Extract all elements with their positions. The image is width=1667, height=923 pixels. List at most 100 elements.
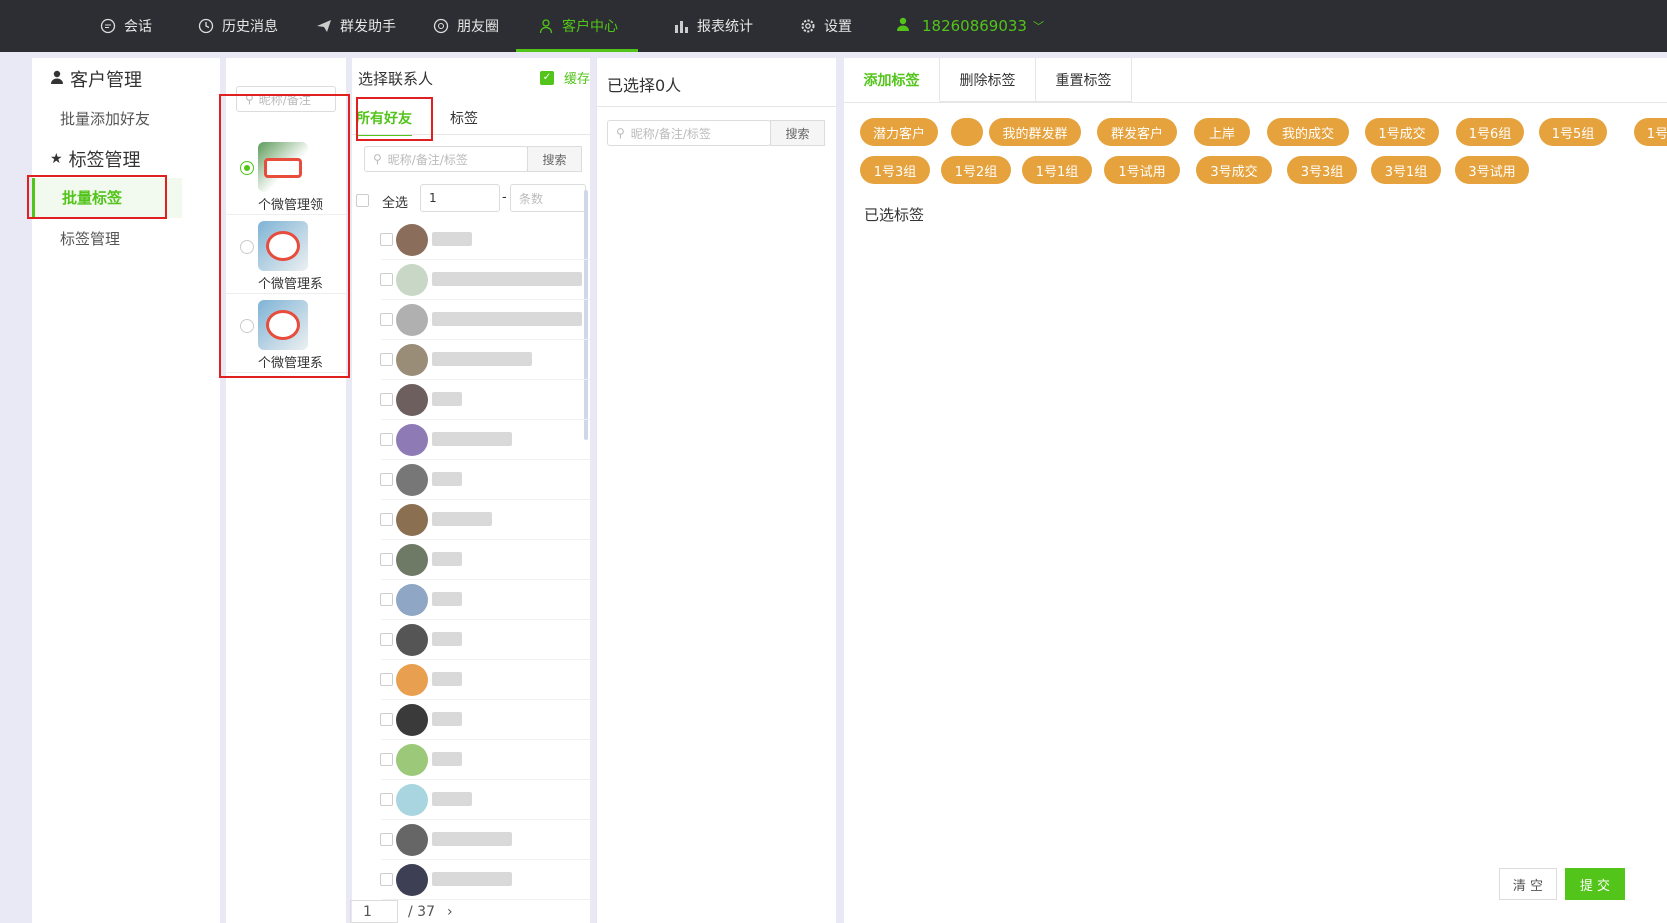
tag-pill[interactable]: 1号2组 [941, 156, 1011, 184]
sidebar-item-batch-tags[interactable]: 批量标签 [32, 178, 182, 218]
tab-add-tags[interactable]: 添加标签 [844, 58, 940, 102]
contact-checkbox[interactable] [380, 593, 393, 606]
contact-checkbox[interactable] [380, 273, 393, 286]
sidebar-group-customer: 客户管理 [50, 66, 142, 92]
table-row[interactable] [380, 820, 590, 860]
contact-checkbox[interactable] [380, 873, 393, 886]
nav-broadcast[interactable]: 群发助手 [316, 0, 396, 52]
next-page-icon[interactable]: › [447, 904, 453, 920]
table-row[interactable] [380, 860, 590, 900]
table-row[interactable] [380, 740, 590, 780]
account-search-input[interactable]: ⚲ 昵称/备注 [236, 86, 336, 112]
nav-reports[interactable]: 报表统计 [673, 0, 753, 52]
tag-pill[interactable]: 上岸 [1194, 118, 1250, 146]
nav-moments[interactable]: 朋友圈 [433, 0, 499, 52]
contact-checkbox[interactable] [380, 633, 393, 646]
selected-search-button[interactable]: 搜索 [770, 120, 825, 146]
table-row[interactable] [380, 580, 590, 620]
table-row[interactable] [380, 300, 590, 340]
contact-checkbox[interactable] [380, 793, 393, 806]
tag-pill[interactable]: 潜力客户 [860, 118, 938, 146]
avatar [396, 704, 428, 736]
account-avatar [258, 300, 308, 350]
account-item[interactable]: 个微管理系 [226, 215, 346, 294]
cache-checkbox[interactable]: ✓ 缓存 [540, 68, 590, 87]
tag-pill[interactable] [951, 118, 983, 146]
avatar [396, 384, 428, 416]
tag-pill[interactable]: 3号试用 [1455, 156, 1529, 184]
tab-all-friends[interactable]: 所有好友 [356, 108, 412, 136]
nav-reports-label: 报表统计 [697, 19, 753, 35]
nav-history[interactable]: 历史消息 [198, 0, 278, 52]
tag-pill[interactable]: 3号成交 [1196, 156, 1272, 184]
table-row[interactable] [380, 420, 590, 460]
sidebar-item-tag-management[interactable]: 标签管理 [60, 228, 120, 249]
account-radio[interactable] [240, 319, 254, 333]
contact-checkbox[interactable] [380, 233, 393, 246]
send-icon [316, 18, 332, 34]
nav-chat[interactable]: 会话 [100, 0, 152, 52]
tag-pill[interactable]: 1号1组 [1022, 156, 1092, 184]
contact-checkbox[interactable] [380, 473, 393, 486]
table-row[interactable] [380, 380, 590, 420]
table-row[interactable] [380, 620, 590, 660]
tab-tags[interactable]: 标签 [450, 108, 478, 128]
table-row[interactable] [380, 660, 590, 700]
tag-pill[interactable]: 群发客户 [1097, 118, 1177, 146]
search-icon: ⚲ [616, 126, 625, 140]
tag-pill[interactable]: 1号5组 [1539, 118, 1607, 146]
select-all-checkbox[interactable] [356, 194, 369, 207]
selected-search-input[interactable]: ⚲ 昵称/备注/标签 [607, 120, 771, 146]
tag-pill[interactable]: 1号3组 [860, 156, 930, 184]
tab-reset-tags[interactable]: 重置标签 [1036, 58, 1132, 102]
tag-pill[interactable]: 1号成交 [1365, 118, 1439, 146]
account-item[interactable]: 个微管理领 [226, 136, 346, 215]
range-from-input[interactable]: 1 [420, 184, 500, 212]
table-row[interactable] [380, 540, 590, 580]
account-radio[interactable] [240, 240, 254, 254]
table-row[interactable] [380, 220, 590, 260]
tag-pill[interactable]: 1号试用 [1104, 156, 1180, 184]
page-input[interactable]: 1 [350, 900, 398, 923]
sidebar-item-batch-add-friends[interactable]: 批量添加好友 [60, 108, 150, 129]
tag-pill[interactable]: 1号6组 [1456, 118, 1524, 146]
table-row[interactable] [380, 460, 590, 500]
submit-button[interactable]: 提 交 [1565, 868, 1625, 900]
nav-settings[interactable]: 设置 [800, 0, 852, 52]
contact-checkbox[interactable] [380, 313, 393, 326]
contact-checkbox[interactable] [380, 833, 393, 846]
contact-search-button[interactable]: 搜索 [527, 146, 582, 172]
tag-pill[interactable]: 我的群发群 [989, 118, 1081, 146]
tag-pill[interactable]: 我的成交 [1267, 118, 1349, 146]
contact-checkbox[interactable] [380, 553, 393, 566]
tag-pill[interactable]: 1号4组 [1634, 118, 1667, 146]
contact-name-redacted [432, 472, 462, 486]
contact-checkbox[interactable] [380, 393, 393, 406]
account-item[interactable]: 个微管理系 [226, 294, 346, 373]
tag-pill[interactable]: 3号3组 [1287, 156, 1357, 184]
table-row[interactable] [380, 340, 590, 380]
account-search-placeholder: 昵称/备注 [258, 92, 311, 107]
table-row[interactable] [380, 780, 590, 820]
contact-search-input[interactable]: ⚲ 昵称/备注/标签 [364, 146, 528, 172]
tab-remove-tags[interactable]: 删除标签 [940, 58, 1036, 102]
account-avatar [258, 142, 308, 192]
user-menu[interactable]: 18260869033 ﹀ [896, 0, 1044, 52]
contact-checkbox[interactable] [380, 353, 393, 366]
table-row[interactable] [380, 260, 590, 300]
contact-checkbox[interactable] [380, 713, 393, 726]
avatar [396, 584, 428, 616]
contact-checkbox[interactable] [380, 513, 393, 526]
table-row[interactable] [380, 700, 590, 740]
tag-pill[interactable]: 3号1组 [1371, 156, 1441, 184]
table-row[interactable] [380, 500, 590, 540]
account-radio[interactable] [240, 161, 254, 175]
nav-customer-center[interactable]: 客户中心 [516, 0, 638, 52]
contact-checkbox[interactable] [380, 673, 393, 686]
contact-checkbox[interactable] [380, 753, 393, 766]
gear-icon [800, 18, 816, 34]
range-to-input[interactable]: 条数 [510, 184, 586, 212]
bar-chart-icon [673, 18, 689, 34]
clear-button[interactable]: 清 空 [1499, 868, 1557, 900]
contact-checkbox[interactable] [380, 433, 393, 446]
